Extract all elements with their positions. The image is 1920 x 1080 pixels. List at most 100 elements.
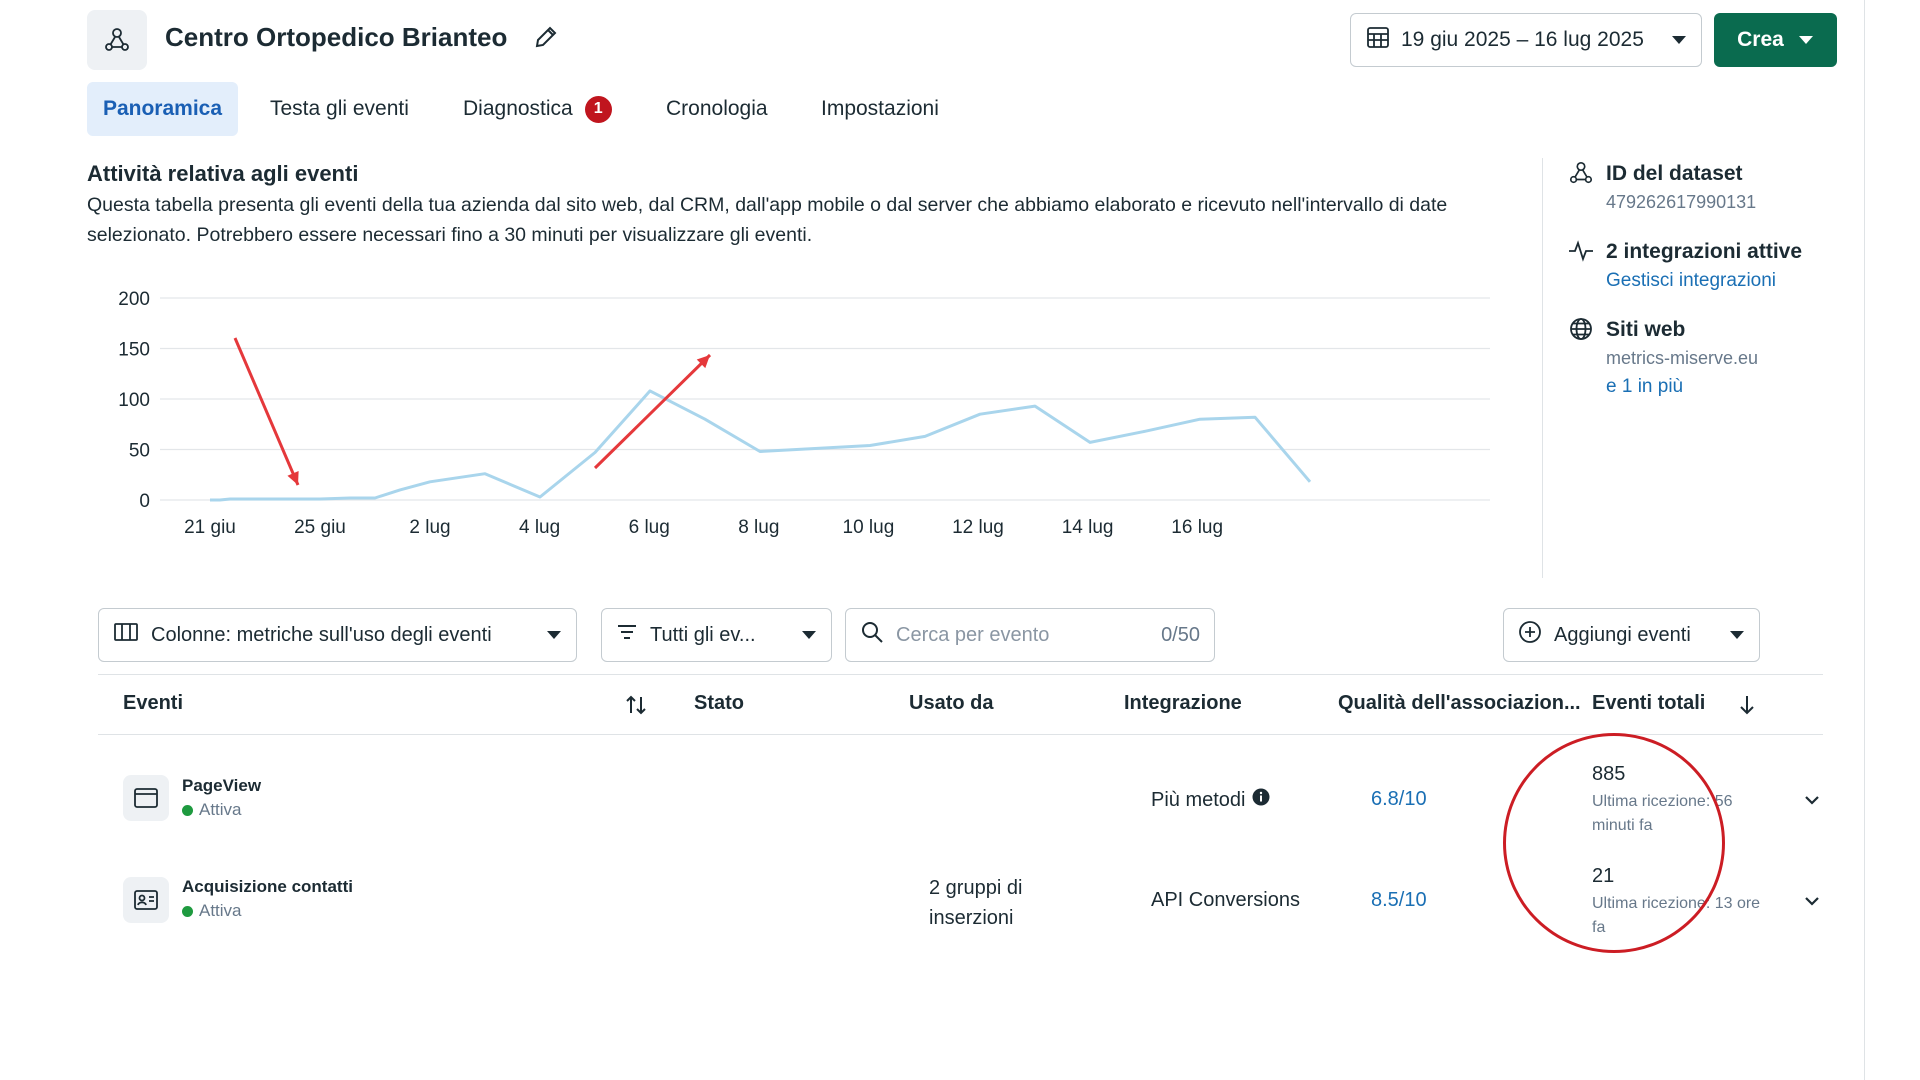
filter-icon — [616, 622, 638, 648]
event-name[interactable]: PageView — [182, 776, 261, 796]
caret-down-icon — [546, 624, 562, 647]
x-tick-label: 2 lug — [409, 517, 450, 538]
table-header-divider — [98, 734, 1823, 735]
y-tick-label: 150 — [118, 340, 150, 361]
column-header-integration[interactable]: Integrazione — [1124, 692, 1242, 715]
caret-down-icon — [1671, 28, 1687, 52]
x-tick-label: 6 lug — [629, 517, 670, 538]
create-button[interactable]: Crea — [1714, 13, 1837, 67]
globe-icon — [1568, 316, 1594, 402]
tab-label: Cronologia — [666, 97, 768, 120]
x-tick-label: 8 lug — [738, 517, 779, 538]
y-tick-label: 100 — [118, 390, 150, 411]
tab-label: Diagnostica — [463, 97, 573, 120]
x-tick-label: 25 giu — [294, 517, 346, 538]
used-by-cell[interactable]: 2 gruppi di inserzioni — [929, 873, 1059, 933]
browser-window-icon — [123, 775, 169, 821]
plus-circle-icon — [1518, 620, 1542, 650]
section-title: Attività relativa agli eventi — [87, 161, 359, 186]
date-range-label: 19 giu 2025 – 16 lug 2025 — [1401, 28, 1644, 51]
tab-label: Impostazioni — [821, 97, 939, 120]
x-tick-label: 16 lug — [1171, 517, 1223, 538]
dataset-id-label: ID del dataset — [1606, 162, 1743, 185]
y-tick-label: 50 — [129, 441, 150, 462]
section-description: Questa tabella presenta gli eventi della… — [87, 194, 1448, 246]
columns-icon — [113, 621, 139, 649]
x-tick-label: 12 lug — [952, 517, 1004, 538]
columns-dropdown[interactable]: Colonne: metriche sull'uso degli eventi — [98, 608, 577, 662]
search-icon — [860, 620, 884, 650]
x-tick-label: 10 lug — [843, 517, 895, 538]
event-search-input[interactable]: Cerca per evento 0/50 — [845, 608, 1215, 662]
x-tick-label: 4 lug — [519, 517, 560, 538]
caret-down-icon — [801, 624, 817, 647]
dataset-icon — [87, 10, 147, 70]
create-button-label: Crea — [1737, 28, 1784, 51]
info-icon[interactable] — [1252, 788, 1270, 812]
dataset-id-block: ID del dataset 479262617990131 — [1568, 160, 1756, 216]
websites-label: Siti web — [1606, 318, 1686, 341]
search-placeholder: Cerca per evento — [896, 623, 1050, 646]
pencil-icon[interactable] — [533, 24, 559, 50]
match-quality-score[interactable]: 8.5/10 — [1371, 889, 1427, 912]
column-header-events: Eventi — [123, 692, 184, 714]
integrations-block: 2 integrazioni attive Gestisci integrazi… — [1568, 238, 1802, 296]
calendar-icon — [1365, 24, 1391, 56]
tab-panoramica[interactable]: Panoramica — [87, 82, 238, 136]
column-header-total-events[interactable]: Eventi totali — [1592, 692, 1705, 715]
match-quality-score[interactable]: 6.8/10 — [1371, 788, 1427, 811]
integration-cell: Più metodi — [1151, 788, 1270, 812]
notification-badge: 1 — [584, 95, 612, 123]
x-tick-label: 21 giu — [184, 517, 236, 538]
tab-diagnostica[interactable]: Diagnostica 1 — [463, 82, 612, 136]
pulse-icon — [1568, 238, 1594, 296]
column-header-match-quality[interactable]: Qualità dell'associazion... — [1338, 692, 1581, 715]
y-tick-label: 0 — [139, 491, 150, 512]
column-header-used-by[interactable]: Usato da — [909, 692, 993, 715]
status-label: Attiva — [199, 800, 242, 819]
event-filter-dropdown[interactable]: Tutti gli ev... — [601, 608, 832, 662]
more-websites-link[interactable]: e 1 in più — [1606, 372, 1758, 402]
dataset-icon — [1568, 160, 1594, 216]
tab-label: Panoramica — [102, 97, 223, 120]
integrations-label: 2 integrazioni attive — [1606, 240, 1803, 263]
manage-integrations-link[interactable]: Gestisci integrazioni — [1606, 266, 1802, 296]
page-right-border — [1864, 0, 1865, 1080]
website-value: metrics-miserve.eu — [1606, 348, 1759, 368]
search-count: 0/50 — [1161, 623, 1200, 646]
event-status: Attiva — [182, 800, 242, 820]
add-events-label: Aggiungi eventi — [1554, 623, 1691, 646]
event-name[interactable]: Acquisizione contatti — [182, 877, 353, 897]
column-header-status[interactable]: Stato — [694, 692, 744, 715]
sort-icon[interactable] — [624, 694, 648, 721]
caret-down-icon — [1729, 624, 1745, 647]
event-status: Attiva — [182, 901, 242, 921]
integration-label: API Conversions — [1151, 889, 1300, 911]
tab-cronologia[interactable]: Cronologia — [666, 82, 768, 136]
arrow-down-icon[interactable] — [1737, 694, 1757, 721]
add-events-button[interactable]: Aggiungi eventi — [1503, 608, 1760, 662]
active-status-dot — [182, 905, 193, 917]
vertical-divider — [1542, 158, 1543, 578]
columns-label: Colonne: metriche sull'uso degli eventi — [151, 623, 492, 646]
caret-down-icon — [1798, 28, 1814, 52]
annotation-arrow-down — [233, 337, 300, 486]
chevron-down-icon[interactable] — [1800, 889, 1824, 913]
contact-card-icon — [123, 877, 169, 923]
chevron-down-icon[interactable] — [1800, 788, 1824, 812]
active-status-dot — [182, 804, 193, 816]
x-tick-label: 14 lug — [1062, 517, 1114, 538]
status-label: Attiva — [199, 901, 242, 920]
tab-impostazioni[interactable]: Impostazioni — [821, 82, 939, 136]
events-line-chart: 0 50 100 150 200 21 giu 25 giu 2 lug 4 lug 6 lug 8… — [118, 289, 1490, 538]
tab-testa-gli-eventi[interactable]: Testa gli eventi — [270, 82, 409, 136]
websites-block: Siti web metrics-miserve.eu e 1 in più — [1568, 316, 1758, 402]
filter-label: Tutti gli ev... — [650, 623, 756, 646]
date-range-picker[interactable]: 19 giu 2025 – 16 lug 2025 — [1350, 13, 1702, 67]
dataset-title: Centro Ortopedico Brianteo — [165, 22, 508, 52]
y-tick-label: 200 — [118, 289, 150, 310]
tab-label: Testa gli eventi — [270, 97, 409, 120]
annotation-circle — [1503, 733, 1725, 953]
integration-label: Più metodi — [1151, 788, 1246, 811]
table-top-divider — [98, 674, 1823, 675]
